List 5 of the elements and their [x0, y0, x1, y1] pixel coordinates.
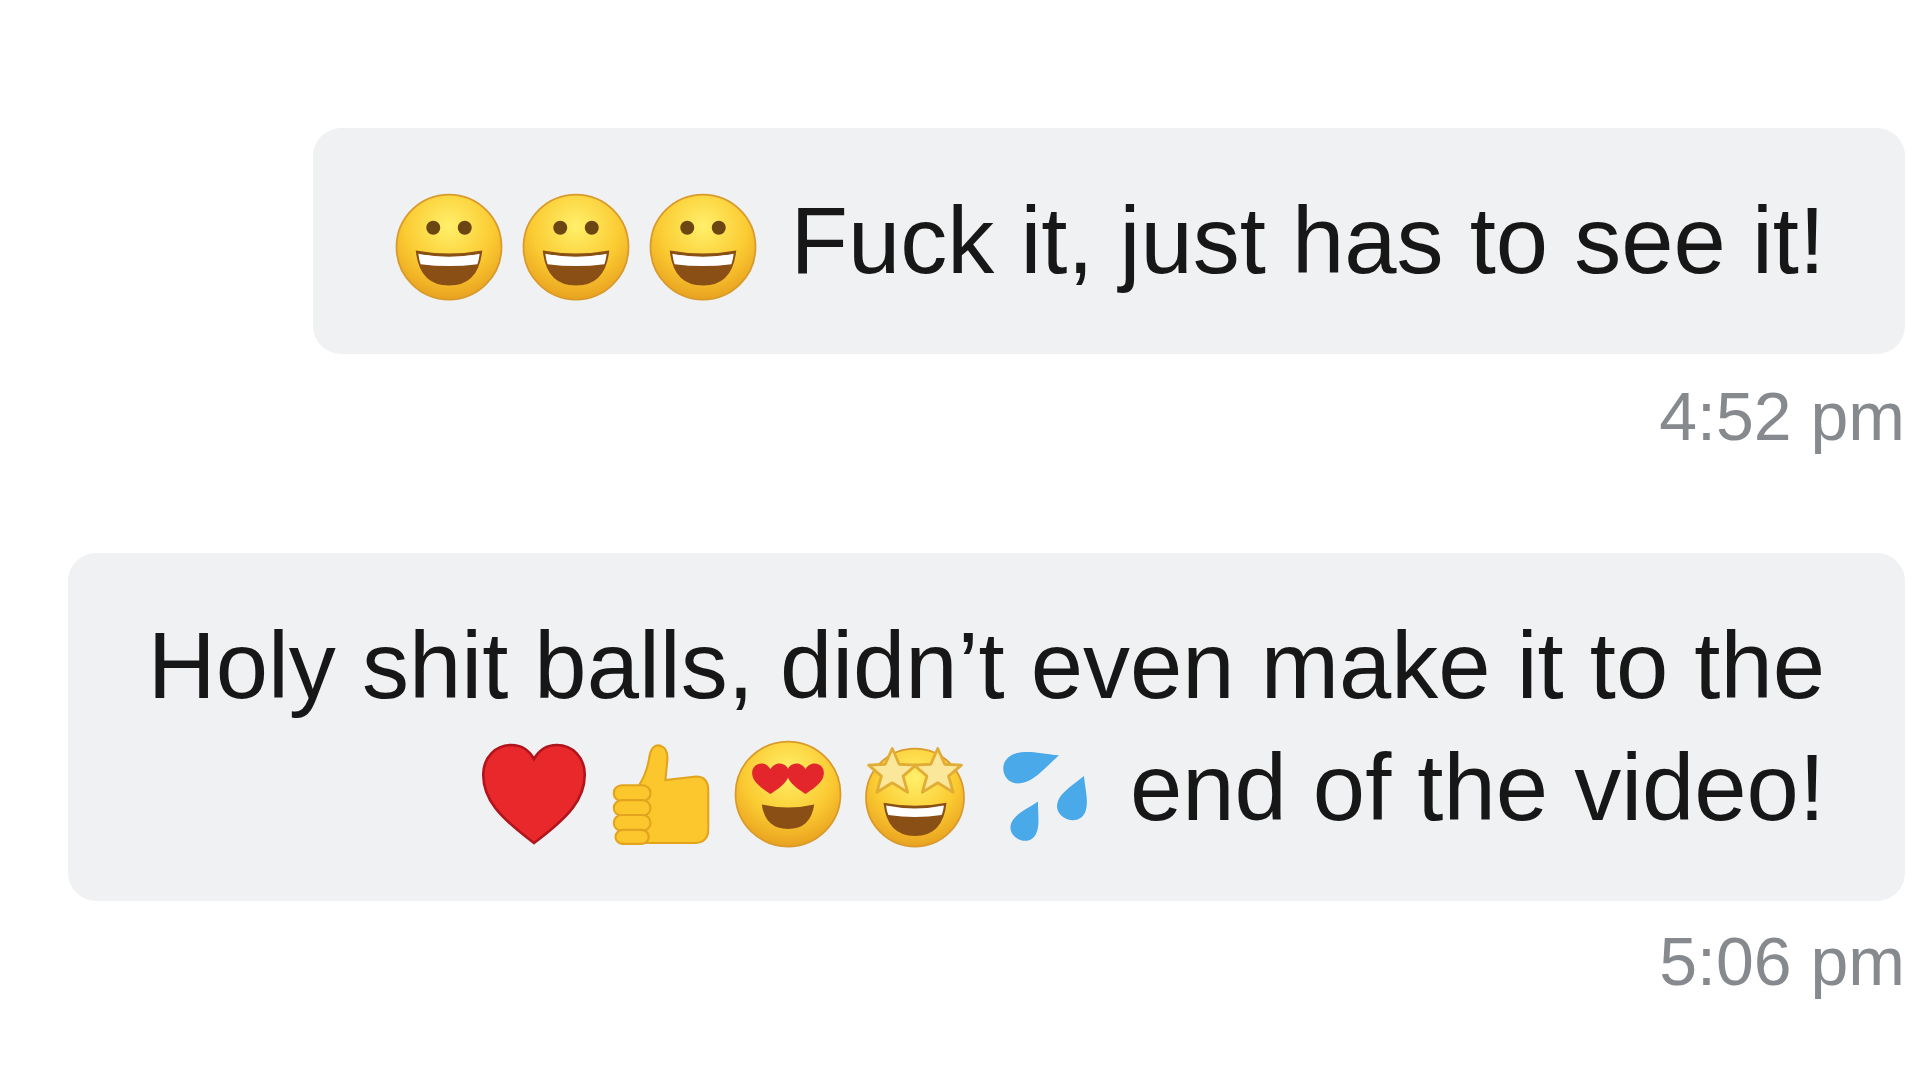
message-text: Holy shit balls, didn’t even make it to the: [147, 612, 1825, 720]
message-text: Fuck it, just has to see it!: [790, 187, 1825, 295]
message-time: 4:52 pm: [1659, 377, 1905, 456]
message-time: 5:06 pm: [1659, 922, 1905, 1001]
message-text: end of the video!: [1129, 734, 1825, 842]
